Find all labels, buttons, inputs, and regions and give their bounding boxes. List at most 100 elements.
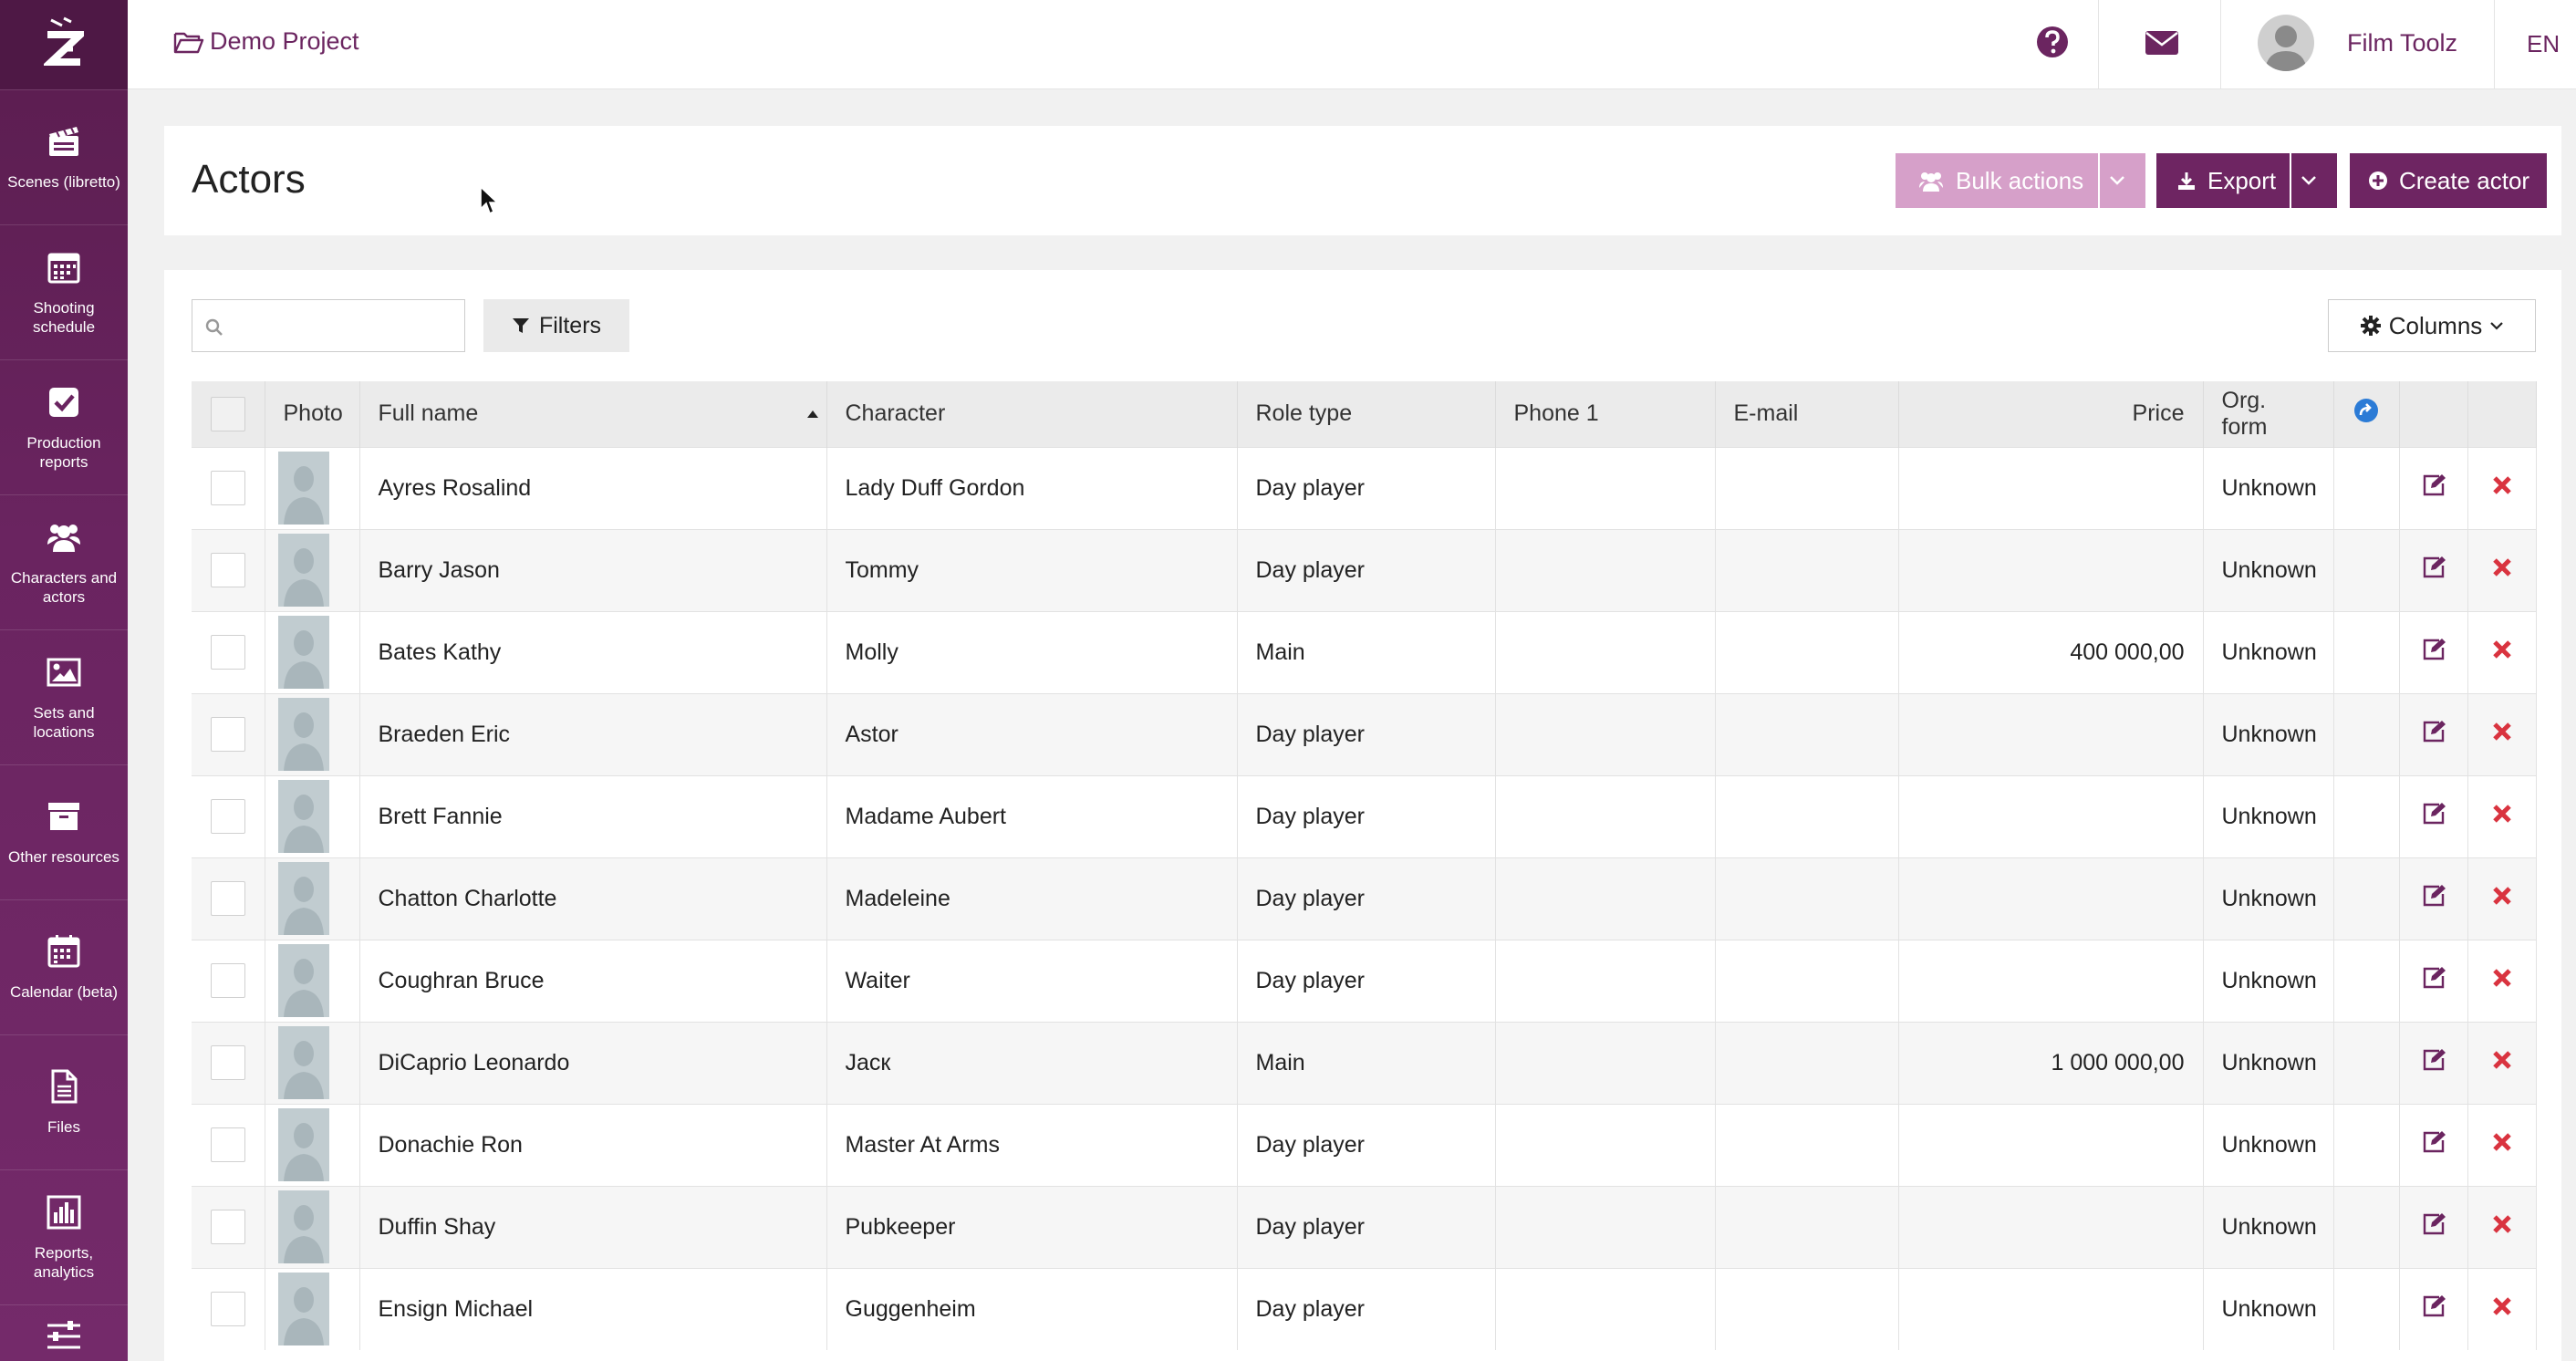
create-actor-button[interactable]: Create actor xyxy=(2350,153,2547,208)
avatar-placeholder-icon[interactable] xyxy=(277,1273,329,1346)
language-selector[interactable]: EN xyxy=(2527,30,2560,58)
sidebar-item-image[interactable]: Sets and locations xyxy=(0,629,128,764)
edit-icon[interactable] xyxy=(2421,473,2446,498)
table-row: Ayres Rosalind Lady Duff Gordon Day player… xyxy=(192,446,2537,529)
cell-full-name[interactable]: Bates Kathy xyxy=(359,610,827,693)
row-checkbox[interactable] xyxy=(210,553,245,587)
cell-full-name[interactable]: Coughran Bruce xyxy=(359,939,827,1022)
delete-x-icon[interactable] xyxy=(2492,557,2512,577)
columns-button[interactable]: Columns xyxy=(2328,299,2536,352)
sidebar-item-calendar-grid[interactable]: Shooting schedule xyxy=(0,224,128,359)
row-checkbox[interactable] xyxy=(210,1292,245,1327)
cell-phone xyxy=(1495,1103,1716,1186)
avatar-placeholder-icon[interactable] xyxy=(277,698,329,771)
sidebar-item-label: Shooting schedule xyxy=(32,298,96,336)
cell-full-name[interactable]: Barry Jason xyxy=(359,528,827,611)
sidebar-item-calendar[interactable]: Calendar (beta) xyxy=(0,899,128,1034)
bulk-actions-dropdown[interactable] xyxy=(2100,153,2145,208)
column-header-character[interactable]: Character xyxy=(826,381,1238,447)
avatar-placeholder-icon[interactable] xyxy=(277,534,329,607)
delete-x-icon[interactable] xyxy=(2492,968,2512,988)
avatar-placeholder-icon[interactable] xyxy=(277,1026,329,1099)
filters-button[interactable]: Filters xyxy=(483,299,629,352)
edit-icon[interactable] xyxy=(2421,555,2446,580)
sidebar-item-settings[interactable] xyxy=(0,1304,128,1359)
row-checkbox[interactable] xyxy=(210,1127,245,1162)
edit-icon[interactable] xyxy=(2421,637,2446,662)
app-logo[interactable] xyxy=(0,0,128,89)
bulk-actions-button[interactable]: Bulk actions xyxy=(1896,153,2098,208)
row-checkbox[interactable] xyxy=(210,963,245,998)
cell-phone xyxy=(1495,528,1716,611)
help-icon[interactable] xyxy=(2034,24,2071,60)
edit-icon[interactable] xyxy=(2421,1211,2446,1237)
sidebar-item-checkbox[interactable]: Production reports xyxy=(0,359,128,494)
row-checkbox[interactable] xyxy=(210,635,245,670)
edit-icon[interactable] xyxy=(2421,1047,2446,1073)
sidebar-item-label: Reports, analytics xyxy=(33,1243,95,1281)
delete-x-icon[interactable] xyxy=(2492,1132,2512,1152)
export-button[interactable]: Export xyxy=(2156,153,2290,208)
delete-x-icon[interactable] xyxy=(2492,886,2512,906)
edit-icon[interactable] xyxy=(2421,719,2446,744)
cell-full-name[interactable]: Chatton Charlotte xyxy=(359,857,827,940)
column-header-email[interactable]: E-mail xyxy=(1715,381,1899,447)
avatar-placeholder-icon[interactable] xyxy=(277,862,329,935)
sidebar-item-archive[interactable]: Other resources xyxy=(0,764,128,899)
avatar-placeholder-icon[interactable] xyxy=(277,780,329,853)
edit-icon[interactable] xyxy=(2421,1293,2446,1319)
cell-phone xyxy=(1495,610,1716,693)
avatar-placeholder-icon[interactable] xyxy=(277,452,329,525)
edit-icon[interactable] xyxy=(2421,965,2446,991)
delete-x-icon[interactable] xyxy=(2492,1214,2512,1234)
avatar-placeholder-icon[interactable] xyxy=(277,944,329,1017)
sidebar-item-bar-chart[interactable]: Reports, analytics xyxy=(0,1169,128,1304)
cell-role-type: Day player xyxy=(1237,939,1496,1022)
delete-x-icon[interactable] xyxy=(2492,804,2512,824)
export-dropdown[interactable] xyxy=(2291,153,2337,208)
column-header-phone[interactable]: Phone 1 xyxy=(1495,381,1716,447)
edit-icon[interactable] xyxy=(2421,883,2446,909)
mail-icon[interactable] xyxy=(2144,24,2180,60)
sidebar-item-users[interactable]: Characters and actors xyxy=(0,494,128,629)
row-checkbox[interactable] xyxy=(210,1210,245,1244)
cell-full-name[interactable]: Braeden Eric xyxy=(359,692,827,775)
column-header-role-type[interactable]: Role type xyxy=(1237,381,1496,447)
sidebar-item-file[interactable]: Files xyxy=(0,1034,128,1169)
delete-x-icon[interactable] xyxy=(2492,722,2512,742)
row-checkbox[interactable] xyxy=(210,717,245,752)
user-menu[interactable]: Film Toolz xyxy=(2258,15,2457,71)
row-checkbox[interactable] xyxy=(210,1045,245,1080)
avatar-placeholder-icon[interactable] xyxy=(277,1108,329,1181)
avatar-placeholder-icon[interactable] xyxy=(277,1190,329,1263)
edit-icon[interactable] xyxy=(2421,801,2446,826)
row-checkbox[interactable] xyxy=(210,471,245,505)
row-checkbox[interactable] xyxy=(210,881,245,916)
row-checkbox[interactable] xyxy=(210,799,245,834)
column-header-org-form[interactable]: Org. form xyxy=(2203,381,2334,447)
delete-x-icon[interactable] xyxy=(2492,639,2512,660)
cell-full-name[interactable]: Donachie Ron xyxy=(359,1103,827,1186)
cell-full-name[interactable]: Ayres Rosalind xyxy=(359,446,827,529)
table-header-row: Photo Full name Character Role type Phon… xyxy=(192,381,2537,447)
search-box[interactable] xyxy=(192,299,465,352)
edit-icon[interactable] xyxy=(2421,1129,2446,1155)
column-header-full-name[interactable]: Full name xyxy=(359,381,827,447)
project-selector[interactable]: Demo Project xyxy=(173,27,359,56)
delete-x-icon[interactable] xyxy=(2492,475,2512,495)
avatar-placeholder-icon[interactable] xyxy=(277,616,329,689)
cell-full-name[interactable]: Brett Fannie xyxy=(359,774,827,857)
delete-x-icon[interactable] xyxy=(2492,1050,2512,1070)
delete-x-icon[interactable] xyxy=(2492,1296,2512,1316)
gear-icon xyxy=(2360,316,2381,336)
column-header-link[interactable] xyxy=(2333,381,2400,447)
column-header-price[interactable]: Price xyxy=(1898,381,2204,447)
cell-full-name[interactable]: Duffin Shay xyxy=(359,1185,827,1268)
select-all-checkbox[interactable] xyxy=(210,396,245,431)
sidebar-item-clapperboard[interactable]: Scenes (libretto) xyxy=(0,89,128,224)
cell-full-name[interactable]: DiCaprio Leonardo xyxy=(359,1021,827,1104)
search-input[interactable] xyxy=(234,309,453,342)
users-icon xyxy=(47,524,80,552)
cell-full-name[interactable]: Ensign Michael xyxy=(359,1267,827,1350)
sidebar: Scenes (libretto) Shooting schedule Produc… xyxy=(0,0,128,1361)
